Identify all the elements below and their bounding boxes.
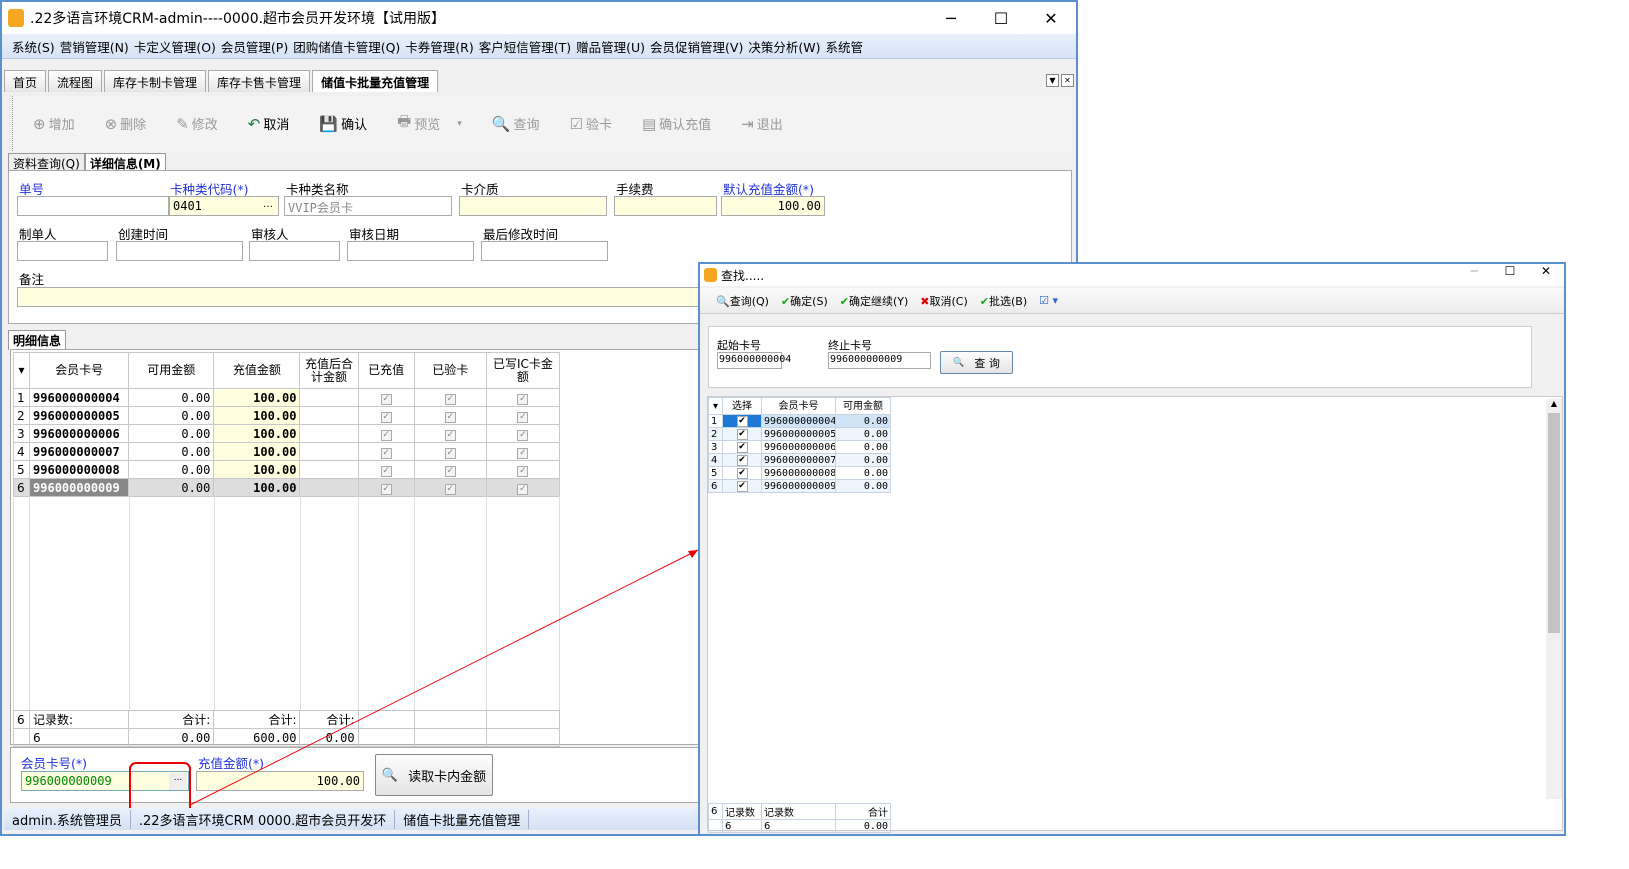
available-amount: 0.00: [835, 466, 891, 480]
checkbox[interactable]: ✔: [736, 481, 748, 492]
footer-label: 记录数: [722, 803, 762, 820]
table-row[interactable]: 1 ✔ 996000000004 0.00: [708, 414, 891, 428]
dialog-grid-header[interactable]: 会员卡号: [761, 397, 836, 415]
checkbox[interactable]: ✔: [736, 416, 748, 427]
dialog-toolbar: 🔍查询(Q) ✔确定(S) ✔确定继续(Y) ✖取消(C) ✔批选(B) ☑ ▾: [700, 288, 1564, 314]
available-amount: 0.00: [835, 414, 891, 428]
search-icon: 🔍: [953, 357, 965, 368]
row-number: 2: [708, 427, 723, 441]
dialog-search-panel: 起始卡号 996000000004 终止卡号 996000000009 🔍 查 询: [708, 326, 1532, 388]
footer-label: 记录数: [761, 803, 836, 820]
available-amount: 0.00: [835, 479, 891, 493]
footer-value: 6: [761, 819, 836, 833]
dialog-search-label: 查 询: [974, 356, 1000, 370]
dialog-scrollbar[interactable]: ▲: [1546, 399, 1562, 799]
dialog-cancel-button[interactable]: ✖取消(C): [920, 293, 967, 309]
table-row[interactable]: 4 ✔ 996000000007 0.00: [708, 453, 891, 467]
dialog-minimize-button[interactable]: ─: [1456, 264, 1492, 278]
row-indicator-header[interactable]: ▾: [708, 397, 723, 415]
dialog-grid-footer: 6 记录数 记录数 合计 6 6 0.00: [708, 803, 891, 833]
start-card-label: 起始卡号: [717, 339, 761, 352]
footer-sum: 0.00: [835, 819, 891, 833]
dialog-close-button[interactable]: ✕: [1528, 264, 1564, 278]
dialog-query-button[interactable]: 🔍查询(Q): [716, 293, 769, 309]
dialog-grid-header[interactable]: 可用金额: [835, 397, 891, 415]
select-cell[interactable]: ✔: [722, 453, 762, 467]
dialog-batch-select-button[interactable]: ✔批选(B): [980, 293, 1027, 309]
footer-sum-label: 合计: [835, 803, 891, 820]
select-cell[interactable]: ✔: [722, 414, 762, 428]
dialog-title-bar: 查找..... ─ ☐ ✕: [700, 264, 1564, 286]
dialog-grid: ▾ 选择 会员卡号 可用金额 1 ✔ 996000000004 0.00 2 ✔ 99600000…: [708, 397, 891, 493]
select-cell[interactable]: ✔: [722, 479, 762, 493]
row-number: 3: [708, 440, 723, 454]
dialog-ok-button[interactable]: ✔确定(S): [781, 293, 828, 309]
dialog-grid-header[interactable]: 选择: [722, 397, 762, 415]
dialog-title: 查找.....: [721, 268, 765, 283]
dialog-maximize-button[interactable]: ☐: [1492, 264, 1528, 278]
row-number: 5: [708, 466, 723, 480]
start-card-input[interactable]: 996000000004: [717, 352, 791, 369]
card-number: 996000000009: [761, 479, 836, 493]
row-number: 6: [708, 479, 723, 493]
app-icon: [704, 268, 717, 282]
table-row[interactable]: 2 ✔ 996000000005 0.00: [708, 427, 891, 441]
available-amount: 0.00: [835, 427, 891, 441]
available-amount: 0.00: [835, 453, 891, 467]
footer-count: 6: [708, 803, 723, 820]
select-cell[interactable]: ✔: [722, 440, 762, 454]
end-card-label: 终止卡号: [828, 339, 872, 352]
card-number: 996000000008: [761, 466, 836, 480]
dialog-grid-panel: ▾ 选择 会员卡号 可用金额 1 ✔ 996000000004 0.00 2 ✔ 99600000…: [707, 396, 1563, 833]
card-number: 996000000004: [761, 414, 836, 428]
card-number: 996000000005: [761, 427, 836, 441]
checkbox[interactable]: ✔: [736, 442, 748, 453]
table-row[interactable]: 5 ✔ 996000000008 0.00: [708, 466, 891, 480]
select-cell[interactable]: ✔: [722, 427, 762, 441]
select-cell[interactable]: ✔: [722, 466, 762, 480]
footer-value: 6: [722, 819, 762, 833]
find-dialog: 查找..... ─ ☐ ✕ 🔍查询(Q) ✔确定(S) ✔确定继续(Y) ✖取消…: [698, 262, 1566, 836]
available-amount: 0.00: [835, 440, 891, 454]
end-card-input[interactable]: 996000000009: [828, 352, 931, 369]
checkbox[interactable]: ✔: [736, 468, 748, 479]
checkbox-dropdown-icon[interactable]: ☑ ▾: [1039, 294, 1058, 307]
row-number: 4: [708, 453, 723, 467]
checkbox[interactable]: ✔: [736, 429, 748, 440]
dialog-ok-continue-button[interactable]: ✔确定继续(Y): [840, 293, 909, 309]
table-row[interactable]: 3 ✔ 996000000006 0.00: [708, 440, 891, 454]
card-number: 996000000006: [761, 440, 836, 454]
card-number: 996000000007: [761, 453, 836, 467]
table-row[interactable]: 6 ✔ 996000000009 0.00: [708, 479, 891, 493]
checkbox[interactable]: ✔: [736, 455, 748, 466]
dialog-search-button[interactable]: 🔍 查 询: [940, 351, 1013, 374]
row-number: 1: [708, 414, 723, 428]
